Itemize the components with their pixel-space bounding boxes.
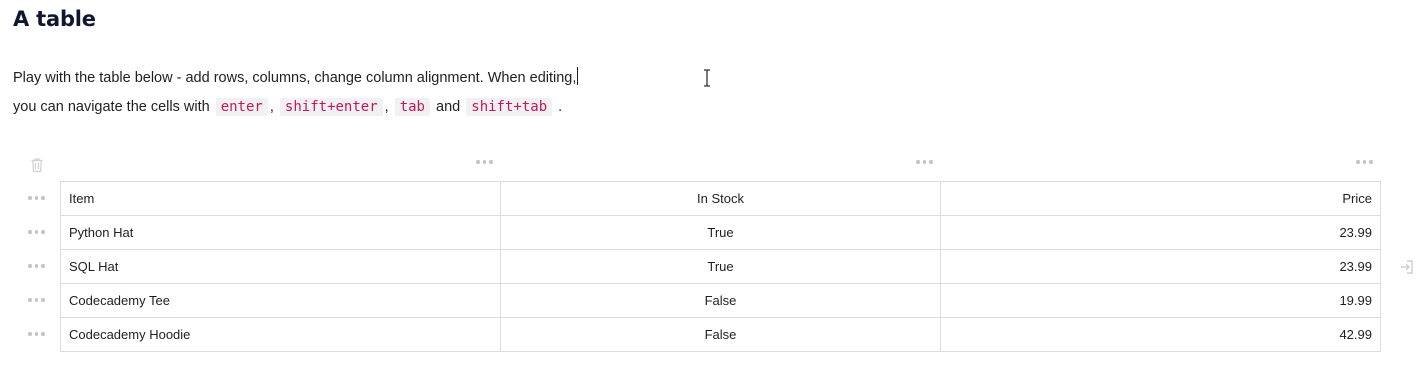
intro-line-2-prefix: you can navigate the cells with — [13, 99, 210, 115]
table-cell[interactable]: Codecademy Tee — [60, 283, 501, 318]
separator-comma-2: , — [384, 99, 389, 115]
table-row: Python Hat True 23.99 — [60, 215, 1381, 250]
header-cell-item[interactable]: Item — [60, 181, 501, 216]
row-handle-2[interactable] — [28, 264, 46, 270]
period: . — [558, 99, 563, 115]
table-cell[interactable]: False — [500, 283, 941, 318]
key-shift-tab: shift+tab — [466, 98, 553, 116]
key-enter: enter — [215, 98, 268, 116]
data-table: Item In Stock Price Python Hat True 23.9… — [60, 181, 1381, 352]
key-shift-enter: shift+enter — [279, 98, 383, 116]
text-caret — [577, 67, 579, 85]
table-cell[interactable]: Python Hat — [60, 215, 501, 250]
dot — [929, 160, 933, 164]
dot — [34, 196, 38, 200]
dot — [1362, 160, 1366, 164]
dot — [28, 196, 32, 200]
intro-line-1: Play with the table below - add rows, co… — [13, 64, 713, 93]
header-cell-in-stock[interactable]: In Stock — [500, 181, 941, 216]
dot — [482, 160, 486, 164]
table-cell[interactable]: False — [500, 317, 941, 352]
dot — [28, 264, 32, 268]
add-column-icon[interactable] — [1400, 259, 1414, 275]
dot — [922, 160, 926, 164]
key-tab: tab — [394, 98, 430, 116]
dot — [1356, 160, 1360, 164]
row-handle-header[interactable] — [28, 196, 46, 202]
dot — [489, 160, 493, 164]
dot — [41, 230, 45, 234]
text-cursor-icon — [704, 69, 710, 87]
dot — [34, 230, 38, 234]
table-row: Codecademy Tee False 19.99 — [60, 283, 1381, 318]
table-row: SQL Hat True 23.99 — [60, 249, 1381, 284]
and-word: and — [436, 99, 461, 115]
dot — [1369, 160, 1373, 164]
table-header-row: Item In Stock Price — [60, 181, 1381, 216]
table-cell[interactable]: SQL Hat — [60, 249, 501, 284]
dot — [34, 298, 38, 302]
intro-line-2: you can navigate the cells with enter, s… — [13, 93, 713, 122]
dot — [916, 160, 920, 164]
table-cell[interactable]: 42.99 — [940, 317, 1381, 352]
dot — [28, 332, 32, 336]
intro-paragraph[interactable]: Play with the table below - add rows, co… — [13, 64, 713, 122]
dot — [28, 298, 32, 302]
column-handle-item[interactable] — [476, 160, 494, 166]
separator-comma-1: , — [269, 99, 274, 115]
table-cell[interactable]: Codecademy Hoodie — [60, 317, 501, 352]
table-cell[interactable]: 23.99 — [940, 215, 1381, 250]
column-handle-in-stock[interactable] — [916, 160, 934, 166]
table-cell[interactable]: 23.99 — [940, 249, 1381, 284]
row-handle-3[interactable] — [28, 298, 46, 304]
table-cell[interactable]: 19.99 — [940, 283, 1381, 318]
dot — [41, 332, 45, 336]
table-cell[interactable]: True — [500, 249, 941, 284]
dot — [34, 332, 38, 336]
dot — [28, 230, 32, 234]
dot — [41, 196, 45, 200]
dot — [41, 264, 45, 268]
trash-icon[interactable] — [30, 157, 44, 173]
table-cell[interactable]: True — [500, 215, 941, 250]
editor-root: A table Play with the table below - add … — [0, 0, 1428, 367]
dot — [41, 298, 45, 302]
header-cell-price[interactable]: Price — [940, 181, 1381, 216]
column-handle-price[interactable] — [1356, 160, 1374, 166]
dot — [34, 264, 38, 268]
row-handle-1[interactable] — [28, 230, 46, 236]
dot — [476, 160, 480, 164]
page-title: A table — [13, 7, 96, 31]
table-row: Codecademy Hoodie False 42.99 — [60, 317, 1381, 352]
row-handle-4[interactable] — [28, 332, 46, 338]
intro-line-1-text: Play with the table below - add rows, co… — [13, 70, 577, 86]
